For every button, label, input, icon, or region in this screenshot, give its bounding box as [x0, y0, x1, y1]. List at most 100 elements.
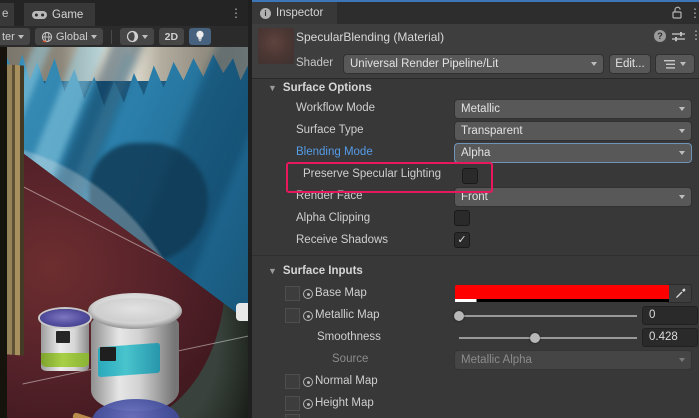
- base-map-label: Base Map: [315, 287, 367, 299]
- height-map-texture-slot[interactable]: [285, 396, 300, 411]
- shader-dropdown[interactable]: Universal Render Pipeline/Lit: [344, 55, 603, 73]
- scene-left-edge: [0, 47, 7, 418]
- surface-options-foldout[interactable]: ▼ Surface Options: [252, 78, 699, 98]
- scene-ladder: [7, 64, 24, 355]
- render-face-value: Front: [455, 191, 679, 203]
- lighting-toggle-button[interactable]: [189, 28, 211, 45]
- row-preserve-specular-lighting: Preserve Specular Lighting: [252, 164, 699, 186]
- material-title: SpecularBlending (Material): [296, 30, 444, 44]
- lock-icon[interactable]: [671, 6, 683, 19]
- slider-handle[interactable]: [530, 333, 540, 343]
- row-source: Source Metallic Alpha: [252, 349, 699, 371]
- smoothness-value-field[interactable]: 0.428: [643, 329, 697, 346]
- render-face-label: Render Face: [296, 190, 362, 202]
- source-label: Source: [332, 353, 368, 365]
- list-menu-icon: [664, 60, 675, 69]
- render-face-dropdown[interactable]: Front: [455, 188, 691, 206]
- slider-handle[interactable]: [454, 311, 464, 321]
- gamepad-icon: [32, 10, 47, 20]
- height-map-label: Height Map: [315, 397, 374, 409]
- shader-label: Shader: [296, 57, 333, 69]
- blending-mode-label: Blending Mode: [296, 146, 373, 158]
- object-picker-icon[interactable]: [303, 377, 313, 387]
- surface-inputs-title: Surface Inputs: [283, 265, 363, 277]
- metallic-map-slider[interactable]: [459, 315, 637, 317]
- smoothness-label: Smoothness: [317, 331, 381, 343]
- edit-button-label: Edit...: [615, 58, 644, 70]
- row-alpha-clipping: Alpha Clipping: [252, 208, 699, 230]
- preserve-specular-checkbox[interactable]: [463, 169, 477, 183]
- 2d-toggle-button[interactable]: 2D: [159, 28, 184, 45]
- chevron-down-icon: [679, 151, 685, 155]
- tab-scene-partial[interactable]: e: [0, 3, 14, 26]
- object-picker-icon[interactable]: [303, 311, 313, 321]
- material-properties: ▼ Surface Options Workflow Mode Metallic…: [252, 78, 699, 418]
- receive-shadows-label: Receive Shadows: [296, 234, 388, 246]
- normal-map-texture-slot[interactable]: [285, 374, 300, 389]
- next-texture-slot-partial[interactable]: [285, 414, 300, 418]
- shading-mode-dropdown[interactable]: [120, 28, 154, 45]
- material-kebab-menu-icon[interactable]: ⋮: [690, 29, 699, 41]
- alpha-bar: [455, 299, 669, 302]
- game-tab-bar: e Game ⋮: [0, 0, 248, 26]
- preserve-specular-label: Preserve Specular Lighting: [303, 168, 441, 180]
- game-kebab-menu-icon[interactable]: ⋮: [230, 7, 242, 19]
- alpha-clipping-label: Alpha Clipping: [296, 212, 370, 224]
- toolbar-separator: [111, 30, 112, 44]
- eyedropper-icon[interactable]: [669, 285, 691, 302]
- help-icon[interactable]: ?: [654, 30, 666, 42]
- workflow-mode-label: Workflow Mode: [296, 102, 375, 114]
- metallic-map-texture-slot[interactable]: [285, 308, 300, 323]
- row-workflow-mode: Workflow Mode Metallic: [252, 98, 699, 120]
- base-map-texture-slot[interactable]: [285, 286, 300, 301]
- chevron-down-icon: [591, 62, 597, 66]
- preset-icon[interactable]: [672, 31, 685, 42]
- globe-icon: [41, 31, 53, 43]
- workflow-mode-value: Metallic: [455, 103, 679, 115]
- game-viewport[interactable]: [0, 47, 248, 418]
- inspector-kebab-menu-icon[interactable]: ⋮: [689, 7, 699, 19]
- material-header: SpecularBlending (Material) ? ⋮ Shader U…: [252, 24, 699, 79]
- orientation-dropdown[interactable]: Global: [35, 28, 103, 45]
- object-picker-icon[interactable]: [303, 289, 313, 299]
- tab-game[interactable]: Game: [24, 3, 95, 26]
- unity-editor: { "colors": { "panel_bg": "#383838", "fi…: [0, 0, 699, 418]
- surface-inputs-foldout[interactable]: ▼ Surface Inputs: [252, 256, 699, 283]
- scene-paint-can: [40, 309, 90, 373]
- scene-toolbar: ter Global 2D: [0, 26, 248, 47]
- surface-options-title: Surface Options: [283, 82, 372, 94]
- base-map-color-field[interactable]: [455, 285, 691, 302]
- row-normal-map: Normal Map: [252, 371, 699, 393]
- chevron-down-icon: [679, 107, 685, 111]
- blending-mode-dropdown[interactable]: Alpha: [455, 144, 691, 162]
- smoothness-slider[interactable]: [459, 337, 637, 339]
- game-panel: e Game ⋮ ter Global 2D: [0, 0, 248, 418]
- shader-list-button[interactable]: [656, 55, 694, 73]
- object-picker-icon[interactable]: [303, 399, 313, 409]
- pivot-dropdown[interactable]: ter: [0, 28, 30, 45]
- tab-inspector[interactable]: i Inspector: [252, 2, 337, 24]
- row-smoothness: Smoothness 0.428: [252, 327, 699, 349]
- alpha-clipping-checkbox[interactable]: [455, 211, 469, 225]
- receive-shadows-checkbox[interactable]: ✓: [455, 233, 469, 247]
- row-surface-type: Surface Type Transparent: [252, 120, 699, 142]
- chevron-down-icon: [679, 129, 685, 133]
- surface-type-dropdown[interactable]: Transparent: [455, 122, 691, 140]
- foldout-arrow-icon: ▼: [268, 83, 277, 93]
- 2d-label: 2D: [165, 31, 178, 43]
- lightbulb-icon: [195, 30, 205, 43]
- chevron-down-icon: [142, 35, 148, 39]
- metallic-map-value-field[interactable]: 0: [643, 307, 697, 324]
- shader-edit-button[interactable]: Edit...: [610, 55, 650, 73]
- surface-type-label: Surface Type: [296, 124, 364, 136]
- inspector-panel: i Inspector ⋮ SpecularBlending (Material…: [252, 0, 699, 418]
- material-preview-thumbnail[interactable]: [258, 28, 294, 64]
- scene-paint-bucket: [88, 293, 182, 415]
- chevron-down-icon: [680, 62, 686, 66]
- blending-mode-value: Alpha: [455, 147, 679, 159]
- base-map-color-swatch[interactable]: [455, 285, 669, 302]
- workflow-mode-dropdown[interactable]: Metallic: [455, 100, 691, 118]
- shaded-circle-icon: [126, 30, 139, 43]
- surface-type-value: Transparent: [455, 125, 679, 137]
- chevron-down-icon: [679, 358, 685, 362]
